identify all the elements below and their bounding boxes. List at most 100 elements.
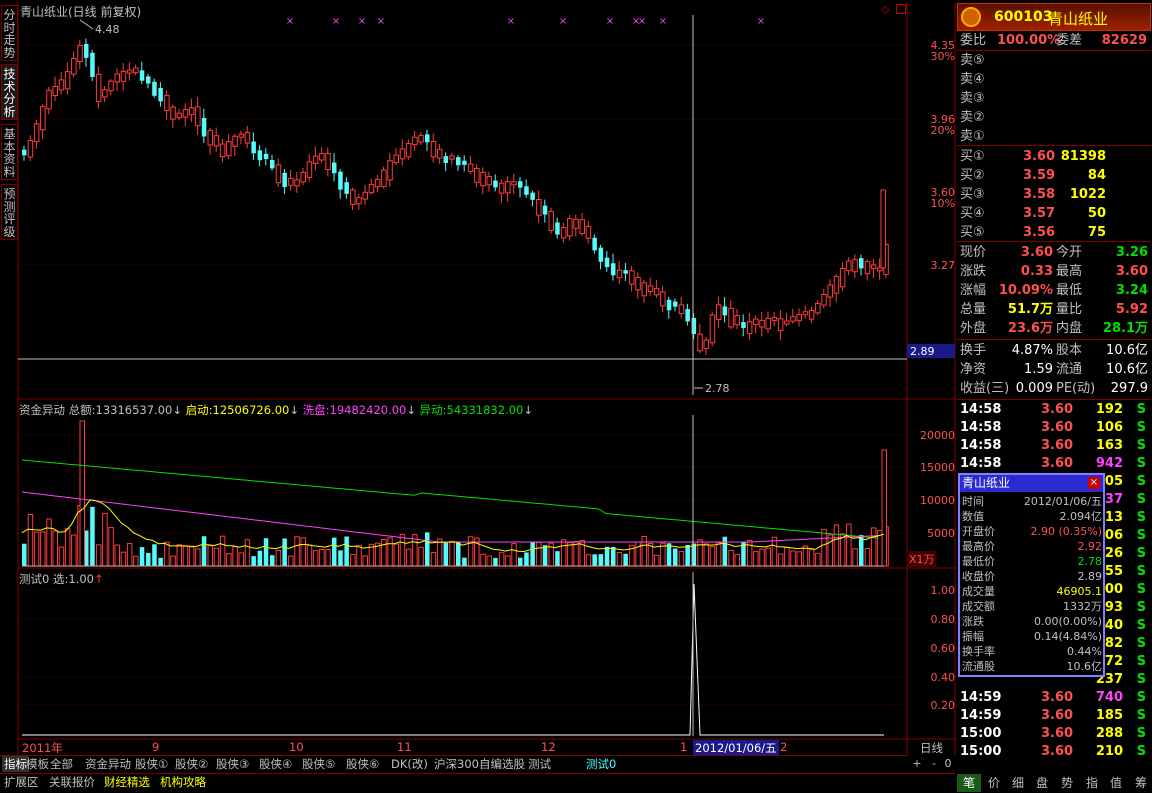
bottom-tab-14[interactable]: 测试0 (584, 756, 618, 772)
indicator1-start: 12506726.00 (212, 403, 290, 417)
stat2-row-0: 换手 4.87% 股本 10.6亿 (957, 342, 1151, 360)
high-price-pointer (79, 19, 94, 30)
candle-down (344, 182, 349, 194)
bottom-icon-4[interactable]: 势 (1055, 774, 1079, 792)
tooltip-key: 换手率 (962, 645, 995, 658)
stat2-key: 净资 (960, 362, 987, 377)
tick-side: S (1136, 492, 1146, 507)
volume-bar-down (673, 548, 678, 566)
close-icon[interactable]: × (1088, 477, 1100, 489)
candle-up (486, 176, 492, 186)
zoom-out-button[interactable]: - (927, 757, 941, 770)
candle-up (95, 73, 102, 102)
volume-bar-down (201, 536, 207, 566)
volume-bar-up (188, 546, 195, 567)
candle-up (852, 259, 858, 273)
bottom-tab-9[interactable]: 股侠⑥ (344, 756, 381, 772)
zoom-in-button[interactable]: + (910, 757, 924, 770)
bottom-tab-11[interactable]: 沪深300 (432, 756, 481, 772)
indicator1-name: 资金异动 (19, 403, 65, 417)
candle-up (275, 164, 282, 184)
candle-up (300, 171, 306, 183)
tick-side: S (1136, 672, 1146, 687)
tick-row-0: 14:58 3.60 192 S (957, 401, 1151, 419)
candle-up (505, 181, 511, 194)
tick-row-1: 14:58 3.60 106 S (957, 419, 1151, 437)
indicator1-wash-label: 洗盘: (302, 403, 330, 417)
tooltip-key: 时间 (962, 495, 984, 508)
candle-up (312, 155, 319, 164)
candle-down (493, 180, 498, 188)
bottom-icon-1[interactable]: 价 (982, 774, 1006, 792)
volume-bar-up (802, 545, 809, 567)
pct-axis-10: 10% (931, 197, 955, 210)
tick-side: S (1136, 510, 1146, 525)
volume-bar-up (486, 555, 492, 567)
tick-time: 15:00 (960, 744, 1002, 759)
bottom-tab-1[interactable]: 模板 (24, 756, 51, 772)
bottom-tab2-1[interactable]: 关联报价 (47, 774, 97, 790)
signal-marker: × (757, 16, 765, 27)
bottom-tab-6[interactable]: 股侠③ (214, 756, 251, 772)
volume-bar-down (462, 557, 467, 566)
buy-row-0: 买① 3.60 81398 (957, 148, 1151, 166)
bottom-tab-5[interactable]: 股侠② (173, 756, 210, 772)
candle-down (859, 258, 864, 269)
stat2-key: 换手 (960, 343, 987, 358)
bottom-tab2-0[interactable]: 扩展区 (2, 774, 41, 790)
ratio-label: 委比 (960, 33, 987, 48)
period-label[interactable]: 日线 (920, 740, 943, 756)
bottom-tab-4[interactable]: 股侠① (133, 756, 170, 772)
volume-bar-down (555, 551, 560, 566)
tooltip-title: 青山纸业 (960, 475, 1103, 492)
kline-chart[interactable]: × × × × × × × ×× × ×4.482.78 4.3530%3.9620%3.6010… (0, 0, 956, 756)
indicator1-abn: 54331832.00 (446, 403, 524, 417)
sell-label: 卖③ (960, 91, 985, 106)
bottom-icon-7[interactable]: 筹 (1129, 774, 1152, 792)
candle-up (864, 261, 871, 275)
candle-up (536, 198, 542, 216)
window-toggle-icon[interactable] (896, 4, 906, 14)
volume-bar-up (182, 545, 189, 567)
bottom-tab-2[interactable]: 全部 (48, 756, 75, 772)
candle-up (64, 71, 71, 90)
buy-price: 3.59 (1023, 168, 1056, 183)
volume-bar-up (864, 548, 871, 567)
candle-up (27, 139, 34, 158)
tick-side: S (1136, 744, 1146, 759)
stat-row-1: 涨跌 0.33 最高 3.60 (957, 263, 1151, 281)
volume-bar-down (592, 554, 597, 566)
candle-up (58, 79, 65, 91)
bottom-tab-12[interactable]: 自编选股 (477, 756, 527, 772)
bottom-tab2-3[interactable]: 机构攻略 (158, 774, 208, 790)
volume-bar-up (536, 542, 542, 567)
bottom-tab-8[interactable]: 股侠⑤ (300, 756, 337, 772)
candle-down (257, 150, 263, 161)
zoom-reset-button[interactable]: 0 (942, 757, 954, 770)
bottom-icon-2[interactable]: 细 (1006, 774, 1030, 792)
bottom-tab2-2[interactable]: 财经精选 (102, 774, 152, 790)
volume-bar-up (300, 537, 306, 567)
bottom-icon-5[interactable]: 指 (1080, 774, 1104, 792)
diamond-icon[interactable]: ◇ (881, 3, 889, 16)
bottom-tab-13[interactable]: 测试 (526, 756, 553, 772)
bottom-tab-10[interactable]: DK(改) (389, 756, 430, 772)
bottom-icon-6[interactable]: 值 (1104, 774, 1128, 792)
volume-bar-up (511, 543, 517, 567)
candle-up (294, 179, 300, 187)
candle-down (84, 44, 89, 58)
candle-down (462, 160, 467, 165)
stat-key: 总量 (960, 302, 987, 317)
candle-up (120, 70, 127, 82)
bottom-tab-3[interactable]: 资金异动 (83, 756, 133, 772)
bottom-icon-3[interactable]: 盘 (1030, 774, 1054, 792)
vol-axis-label: 15000 (920, 461, 955, 474)
bottom-icon-0[interactable]: 笔 (957, 774, 981, 792)
bottom-tab-7[interactable]: 股侠④ (257, 756, 294, 772)
volume-bar-down (611, 546, 616, 566)
stat-key2: 最低 (1056, 283, 1083, 298)
sell-row-4: 卖① (957, 128, 1151, 146)
stat-key: 涨跌 (960, 264, 987, 279)
candle-up (846, 260, 852, 272)
signal-marker: × (638, 16, 646, 27)
